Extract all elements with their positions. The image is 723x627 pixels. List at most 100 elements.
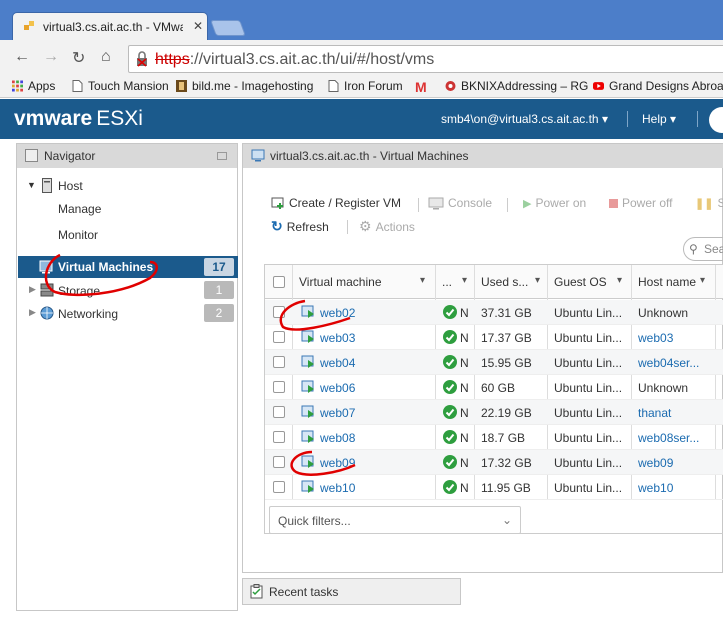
row-checkbox[interactable]	[273, 481, 285, 493]
page-icon	[72, 80, 83, 92]
bookmark-gmail[interactable]: M	[415, 79, 427, 95]
search-placeholder: Sea	[704, 242, 723, 256]
chevron-down-icon[interactable]: ▾	[535, 275, 540, 286]
bookmark-bknix[interactable]: BKNIXAddressing – RG	[445, 79, 588, 93]
quick-filters-select[interactable]: Quick filters... ⌄	[269, 506, 521, 534]
gear-icon: ⚙	[359, 218, 372, 234]
search-input[interactable]: ⚲ Sea	[683, 237, 723, 261]
insecure-lock-icon	[137, 51, 147, 67]
chevron-down-icon[interactable]: ▾	[700, 275, 705, 286]
expand-triangle-icon[interactable]: ▶	[29, 307, 36, 318]
suspend-button[interactable]: ❚❚ Su	[695, 196, 723, 210]
sidebar-item-networking[interactable]: ▶ Networking 2	[18, 302, 238, 324]
chevron-down-icon[interactable]: ▾	[420, 275, 425, 286]
guest-os-cell: Ubuntu Lin...	[554, 356, 623, 370]
column-guest-os[interactable]: Guest OS	[554, 275, 607, 289]
column-used-space[interactable]: Used s...	[481, 275, 528, 289]
row-checkbox[interactable]	[273, 456, 285, 468]
minimize-icon[interactable]	[217, 152, 227, 160]
status-ok-icon	[443, 355, 457, 369]
row-checkbox[interactable]	[273, 306, 285, 318]
row-checkbox[interactable]	[273, 431, 285, 443]
bookmark-iron-forum[interactable]: Iron Forum	[328, 79, 403, 93]
vm-name-link[interactable]: web03	[320, 331, 355, 345]
search-icon[interactable]	[709, 107, 723, 133]
nav-host[interactable]: Host	[58, 179, 83, 193]
column-virtual-machine[interactable]: Virtual machine	[299, 275, 382, 289]
refresh-button[interactable]: ↻ Refresh	[271, 218, 329, 235]
page-icon	[328, 80, 339, 92]
expand-triangle-icon[interactable]: ▶	[29, 284, 36, 295]
status-ok-icon	[443, 380, 457, 394]
chevron-down-icon[interactable]: ▾	[462, 275, 467, 286]
nav-manage[interactable]: Manage	[58, 202, 101, 216]
create-register-vm-button[interactable]: Create / Register VM	[271, 196, 401, 210]
vm-name-link[interactable]: web10	[320, 481, 355, 495]
storage-icon	[40, 283, 54, 297]
bookmark-apps[interactable]: Apps	[12, 79, 55, 93]
select-all-checkbox[interactable]	[273, 276, 285, 288]
row-checkbox[interactable]	[273, 381, 285, 393]
sidebar-item-storage[interactable]: ▶ Storage 1	[18, 279, 238, 301]
navigator-panel: Navigator ▼ Host Manage Monitor Virtual …	[16, 143, 238, 611]
reload-icon[interactable]: ↻	[72, 48, 85, 68]
storage-count-badge: 1	[204, 281, 234, 299]
guest-os-cell: Ubuntu Lin...	[554, 481, 623, 495]
guest-os-cell: Ubuntu Lin...	[554, 331, 623, 345]
sidebar-item-virtual-machines[interactable]: Virtual Machines 17	[18, 256, 238, 278]
actions-button[interactable]: ⚙ Actions	[359, 218, 415, 235]
header-divider	[697, 111, 698, 127]
table-row[interactable]: web07 N 22.19 GB Ubuntu Lin... thanat	[265, 400, 723, 425]
close-icon[interactable]: ✕	[193, 19, 203, 33]
column-status[interactable]: ...	[442, 275, 452, 289]
table-row[interactable]: web09 N 17.32 GB Ubuntu Lin... web09	[265, 450, 723, 475]
used-space-cell: 17.37 GB	[481, 331, 532, 345]
address-bar[interactable]: https://virtual3.cs.ait.ac.th/ui/#/host/…	[128, 45, 723, 73]
chevron-down-icon[interactable]: ▾	[617, 275, 622, 286]
row-checkbox[interactable]	[273, 331, 285, 343]
collapse-triangle-icon[interactable]: ▼	[27, 180, 36, 190]
bookmark-touch-mansion[interactable]: Touch Mansion	[72, 79, 169, 93]
button-label: Console	[448, 196, 493, 210]
bookmark-bild-me[interactable]: bild.me - Imagehosting	[176, 79, 313, 93]
user-menu[interactable]: smb4\on@virtual3.cs.ait.ac.th ▾	[441, 112, 608, 126]
bookmark-label: Grand Designs Abroad	[609, 79, 723, 93]
table-row[interactable]: web10 N 11.95 GB Ubuntu Lin... web10	[265, 475, 723, 500]
row-checkbox[interactable]	[273, 356, 285, 368]
vm-name-link[interactable]: web02	[320, 306, 355, 320]
vm-icon	[39, 260, 53, 274]
table-row[interactable]: web04 N 15.95 GB Ubuntu Lin... web04ser...	[265, 350, 723, 375]
vm-name-link[interactable]: web06	[320, 381, 355, 395]
status-ok-icon	[443, 405, 457, 419]
table-row[interactable]: web02 N 37.31 GB Ubuntu Lin... Unknown	[265, 300, 723, 325]
power-off-button[interactable]: Power off	[609, 196, 672, 210]
browser-tab[interactable]: virtual3.cs.ait.ac.th - VMware ✕	[12, 12, 208, 40]
bookmark-grand-designs[interactable]: Grand Designs Abroad	[593, 79, 723, 93]
table-row[interactable]: web03 N 17.37 GB Ubuntu Lin... web03	[265, 325, 723, 350]
row-checkbox[interactable]	[273, 406, 285, 418]
table-row[interactable]: web06 N 60 GB Ubuntu Lin... Unknown	[265, 375, 723, 400]
forward-icon[interactable]: →	[43, 48, 59, 66]
bookmark-label: Touch Mansion	[88, 79, 169, 93]
nav-monitor[interactable]: Monitor	[58, 228, 98, 242]
home-icon[interactable]: ⌂	[101, 48, 111, 66]
help-menu[interactable]: Help ▾	[642, 112, 676, 126]
console-button[interactable]: Console	[428, 196, 492, 210]
new-tab-button[interactable]	[210, 20, 246, 36]
vm-name-link[interactable]: web08	[320, 431, 355, 445]
console-icon	[428, 197, 444, 209]
back-icon[interactable]: ←	[14, 48, 30, 66]
chevron-down-icon: ▾	[601, 112, 608, 126]
table-row[interactable]: web08 N 18.7 GB Ubuntu Lin... web08ser...	[265, 425, 723, 450]
vm-name-link[interactable]: web04	[320, 356, 355, 370]
power-on-button[interactable]: ▶ Power on	[523, 196, 586, 210]
vm-name-link[interactable]: web09	[320, 456, 355, 470]
recent-tasks-tab[interactable]: Recent tasks	[242, 578, 461, 605]
host-name-cell: Unknown	[638, 381, 689, 395]
host-name-cell: web08ser...	[638, 431, 700, 445]
vm-name-link[interactable]: web07	[320, 406, 355, 420]
bknix-favicon-icon	[445, 81, 456, 91]
column-host-name[interactable]: Host name	[638, 275, 696, 289]
used-space-cell: 15.95 GB	[481, 356, 532, 370]
search-icon: ⚲	[689, 242, 698, 256]
